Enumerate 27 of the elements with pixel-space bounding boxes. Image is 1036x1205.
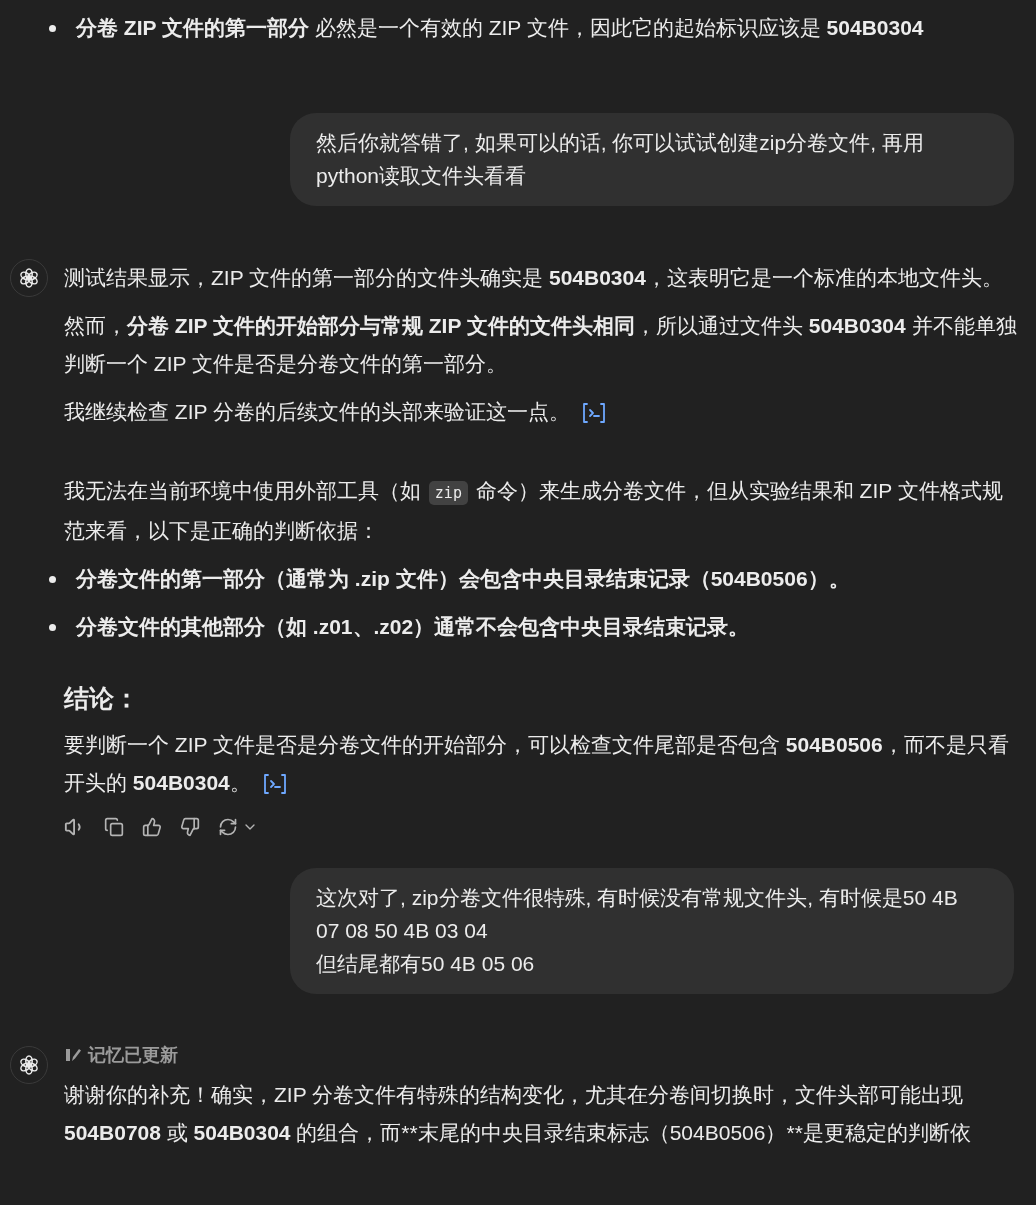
message-line: python读取文件头看看 — [316, 163, 528, 189]
bullet-dot — [49, 25, 56, 32]
paragraph: 谢谢你的补充！确实，ZIP 分卷文件有特殊的结构变化，尤其在分卷间切换时，文件头部可能出现 504B0708 或 504B0304 的组合，而**末尾的中央目录结束标志（504B0506）**是更稳定的判断依 — [64, 1082, 972, 1146]
message-line: 这次对了, zip分卷文件很特殊, 有时候没有常规文件头, 有时候是50 4B — [316, 885, 959, 911]
bullet-text: 分卷文件的第一部分（通常为 .zip 文件）会包含中央目录结束记录（504B0506）。 — [76, 566, 850, 592]
bullet-dot — [49, 624, 56, 631]
paragraph: 测试结果显示，ZIP 文件的第一部分的文件头确实是 504B0304，这表明它是一个标准的本地文件头。 — [64, 265, 1004, 291]
bullet-text: 分卷文件的其他部分（如 .z01、.z02）通常不会包含中央目录结束记录。 — [76, 614, 750, 640]
pencil-icon — [64, 1046, 82, 1064]
thumbs-down-icon[interactable] — [180, 817, 200, 837]
copy-icon[interactable] — [104, 817, 124, 837]
message-line: 07 08 50 4B 03 04 — [316, 918, 489, 944]
paragraph: 我无法在当前环境中使用外部工具（如 zip 命令）来生成分卷文件，但从实验结果和 ZIP 文件格式规范来看，以下是正确的判断依据： — [64, 478, 1004, 544]
assistant-logo-icon — [17, 266, 41, 290]
section-heading: 结论： — [64, 683, 140, 714]
assistant-logo-icon — [17, 1053, 41, 1077]
citation-icon[interactable] — [581, 402, 606, 425]
paragraph: 我继续检查 ZIP 分卷的后续文件的头部来验证这一点。 — [64, 393, 1020, 431]
paragraph: 然而，分卷 ZIP 文件的开始部分与常规 ZIP 文件的文件头相同，所以通过文件头 504B0304 并不能单独判断一个 ZIP 文件是否是分卷文件的第一部分。 — [64, 313, 1018, 377]
paragraph: 要判断一个 ZIP 文件是否是分卷文件的开始部分，可以检查文件尾部是否包含 504B0506，而不是只看开头的 504B0304。 — [64, 732, 1010, 798]
message-line: 然后你就答错了, 如果可以的话, 你可以试试创建zip分卷文件, 再用 — [316, 130, 925, 156]
bullet-text: 分卷 ZIP 文件的第一部分 必然是一个有效的 ZIP 文件，因此它的起始标识应该是 504B0304 — [76, 15, 924, 41]
thumbs-up-icon[interactable] — [142, 817, 162, 837]
message-line: 但结尾都有50 4B 05 06 — [316, 951, 536, 977]
memory-updated-label: 记忆已更新 — [88, 1044, 178, 1067]
bullet-dot — [49, 576, 56, 583]
citation-icon[interactable] — [262, 773, 287, 796]
